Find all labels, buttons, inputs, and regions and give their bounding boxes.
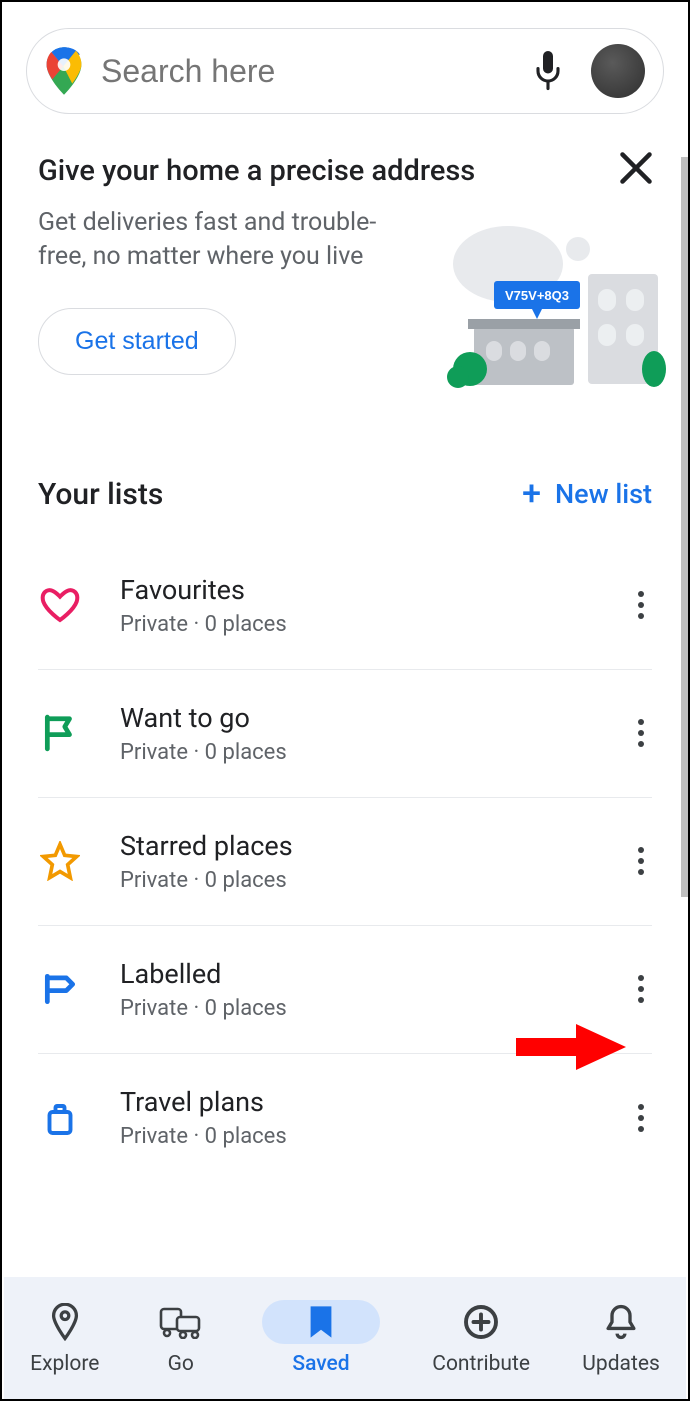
list-subtitle: Private · 0 places [120, 740, 287, 765]
list-subtitle: Private · 0 places [120, 1124, 287, 1149]
star-icon [38, 839, 82, 883]
nav-explore[interactable]: Explore [30, 1300, 99, 1376]
list-subtitle: Private · 0 places [120, 868, 293, 893]
new-list-button[interactable]: + New list [522, 477, 652, 511]
list-item-favourites[interactable]: Favourites Private · 0 places [38, 542, 652, 670]
more-options-icon[interactable] [630, 967, 652, 1011]
plus-circle-icon [452, 1300, 510, 1344]
svg-text:V75V+8Q3: V75V+8Q3 [505, 288, 569, 303]
flag-icon [38, 711, 82, 755]
list-item-want-to-go[interactable]: Want to go Private · 0 places [38, 670, 652, 798]
list-item-travel-plans[interactable]: Travel plans Private · 0 places [38, 1054, 652, 1182]
nav-saved[interactable]: Saved [262, 1300, 380, 1376]
nav-label: Saved [292, 1352, 349, 1376]
google-maps-logo-icon [45, 47, 83, 95]
nav-contribute[interactable]: Contribute [432, 1300, 530, 1376]
list-title: Starred places [120, 830, 293, 862]
more-options-icon[interactable] [630, 1096, 652, 1140]
bottom-navigation: Explore Go Saved Contribute Updates [4, 1277, 686, 1399]
promo-body: Get deliveries fast and trouble-free, no… [38, 206, 418, 274]
new-list-label: New list [555, 478, 652, 510]
bookmark-icon [262, 1300, 380, 1344]
nav-label: Explore [30, 1352, 99, 1376]
heart-icon [38, 583, 82, 627]
more-options-icon[interactable] [630, 839, 652, 883]
plus-icon: + [522, 477, 541, 511]
list-subtitle: Private · 0 places [120, 996, 287, 1021]
list-item-labelled[interactable]: Labelled Private · 0 places [38, 926, 652, 1054]
list-title: Want to go [120, 702, 287, 734]
more-options-icon[interactable] [630, 583, 652, 627]
your-lists-heading: Your lists [38, 477, 163, 512]
search-bar[interactable] [26, 28, 664, 114]
nav-label: Contribute [432, 1352, 530, 1376]
promo-title: Give your home a precise address [38, 154, 652, 188]
search-input[interactable] [101, 53, 533, 90]
home-address-promo: Give your home a precise address Get del… [2, 114, 688, 375]
profile-avatar[interactable] [591, 44, 645, 98]
more-options-icon[interactable] [630, 711, 652, 755]
get-started-button[interactable]: Get started [38, 308, 236, 375]
nav-label: Updates [582, 1352, 660, 1376]
label-icon [38, 967, 82, 1011]
suitcase-icon [38, 1096, 82, 1140]
list-title: Labelled [120, 958, 287, 990]
list-item-starred-places[interactable]: Starred places Private · 0 places [38, 798, 652, 926]
list-title: Favourites [120, 574, 287, 606]
nav-updates[interactable]: Updates [582, 1300, 660, 1376]
nav-go[interactable]: Go [152, 1300, 210, 1376]
close-icon[interactable] [618, 150, 654, 186]
transit-icon [152, 1300, 210, 1344]
list-subtitle: Private · 0 places [120, 612, 287, 637]
pin-icon [36, 1300, 94, 1344]
nav-label: Go [168, 1352, 194, 1376]
bell-icon [592, 1300, 650, 1344]
list-title: Travel plans [120, 1086, 287, 1118]
microphone-icon[interactable] [533, 51, 563, 91]
promo-illustration: V75V+8Q3 [438, 219, 668, 399]
